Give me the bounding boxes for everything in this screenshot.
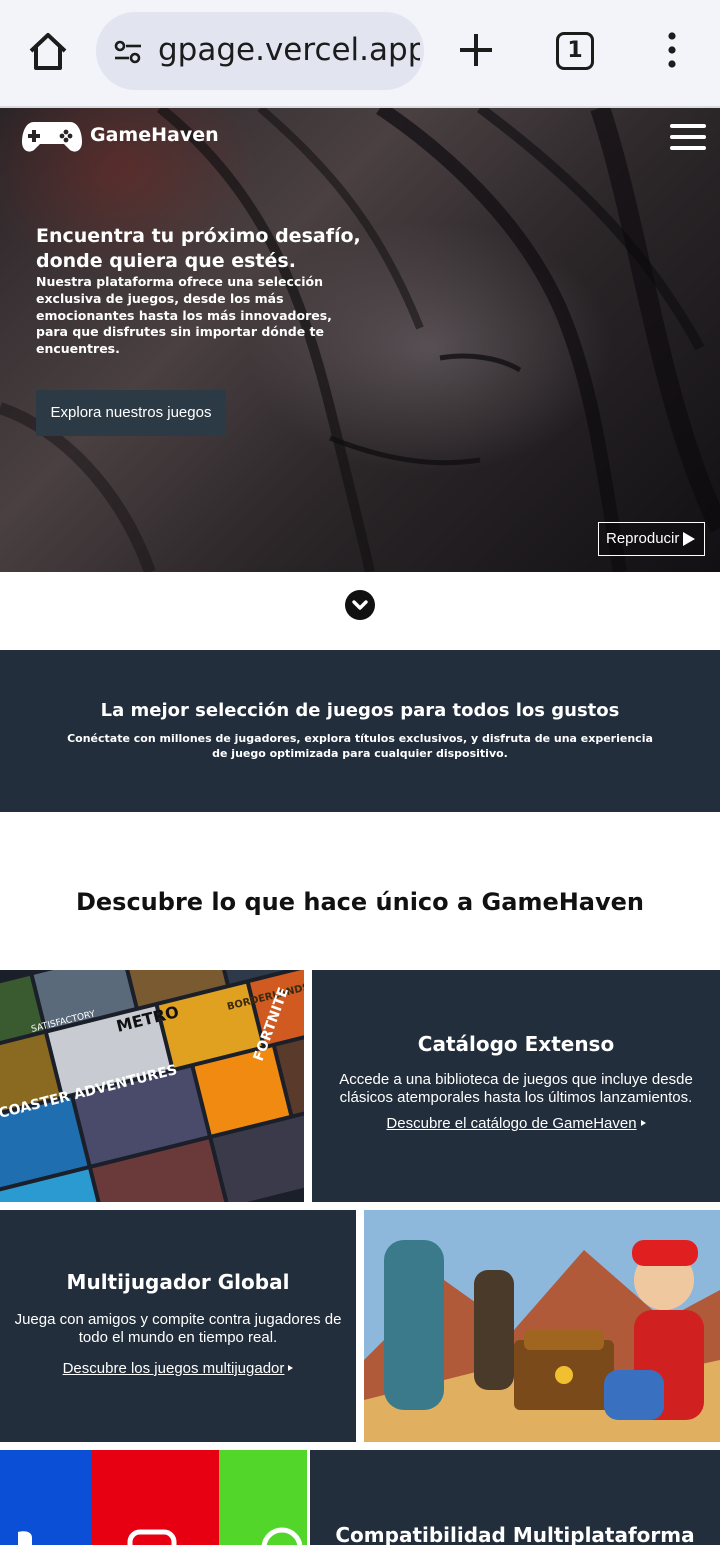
hero-title: Encuentra tu próximo desafío, donde quie… [36,225,361,272]
playstation-icon [18,1531,32,1545]
url-text[interactable]: gpage.vercel.app [158,32,420,68]
explore-games-button[interactable]: Explora nuestros juegos [36,390,226,436]
more-options-icon[interactable] [660,30,684,70]
brand-name[interactable]: GameHaven [90,124,219,146]
multiplayer-characters-image [364,1210,720,1442]
catalog-collage-image: SATISFACTORY METRO BORDERLANDS FORTNITE … [0,970,304,1202]
feature-title: Compatibilidad Multiplataforma [335,1523,695,1545]
banner-text: Conéctate con millones de jugadores, exp… [67,732,653,760]
play-video-button[interactable]: Reproducir [598,522,705,556]
xbox-icon [261,1527,303,1545]
feature-card-catalog: Catálogo Extenso Accede a una biblioteca… [312,970,720,1202]
multiplayer-link[interactable]: Descubre los juegos multijugador [0,1360,356,1377]
platform-logos-image [0,1450,307,1545]
intro-banner: La mejor selección de juegos para todos … [0,650,720,812]
scroll-down-chevron-icon[interactable] [345,590,375,620]
play-icon [683,532,695,546]
home-icon[interactable] [26,30,70,74]
features-section-title: Descubre lo que hace único a GameHaven [75,888,645,916]
gamepad-logo-icon [22,122,82,152]
feature-title: Catálogo Extenso [417,1032,615,1056]
link-label[interactable]: Descubre los juegos multijugador [63,1360,285,1377]
tab-switcher-button[interactable]: 1 [556,32,594,70]
feature-text: Juega con amigos y compite contra jugado… [14,1311,342,1346]
link-label[interactable]: Descubre el catálogo de GameHaven [386,1115,636,1132]
hero-lead: Nuestra plataforma ofrece una selección … [36,274,332,357]
address-bar[interactable]: gpage.vercel.app [96,12,424,90]
caret-right-icon [640,1120,646,1126]
site-settings-icon[interactable] [112,36,144,68]
hero-section: GameHaven Encuentra tu próximo desafío, … [0,108,720,572]
browser-toolbar: gpage.vercel.app 1 [0,0,720,108]
nintendo-switch-icon [127,1529,177,1545]
banner-title: La mejor selección de juegos para todos … [100,700,620,721]
hamburger-menu-icon[interactable] [670,124,706,154]
feature-card-platform: Compatibilidad Multiplataforma [310,1450,720,1545]
catalog-link[interactable]: Descubre el catálogo de GameHaven [312,1115,720,1132]
play-label: Reproducir [606,530,680,547]
feature-card-multiplayer: Multijugador Global Juega con amigos y c… [0,1210,356,1442]
feature-title: Multijugador Global [66,1270,290,1294]
new-tab-icon[interactable] [456,30,496,70]
feature-text: Accede a una biblioteca de juegos que in… [339,1071,693,1106]
caret-right-icon [288,1365,294,1371]
